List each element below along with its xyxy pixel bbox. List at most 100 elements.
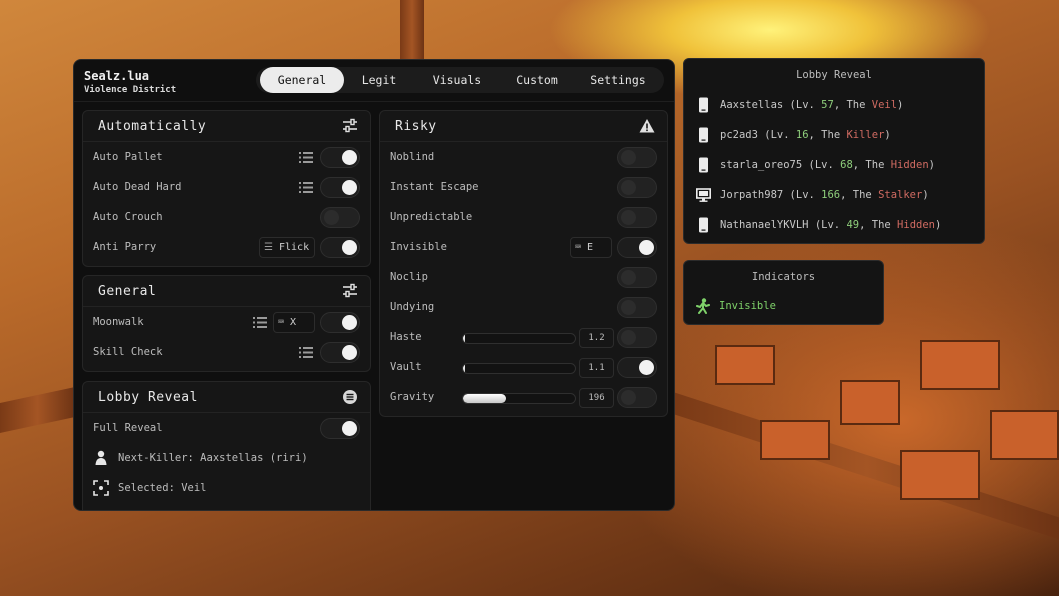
list-icon[interactable] bbox=[299, 152, 313, 163]
mode-value: Flick bbox=[279, 242, 310, 253]
sliders-icon[interactable] bbox=[342, 118, 358, 134]
setting-toggle[interactable] bbox=[617, 387, 657, 408]
anti-parry-toggle[interactable] bbox=[320, 237, 360, 258]
player-role: Veil bbox=[871, 99, 898, 111]
keyboard-icon: ⌨ bbox=[278, 317, 291, 328]
monitor-icon bbox=[696, 188, 711, 202]
setting-toggle[interactable] bbox=[617, 297, 657, 318]
player-role: Hidden bbox=[890, 159, 929, 171]
section-header: Automatically bbox=[83, 111, 370, 142]
player-name: starla_oreo75 bbox=[720, 159, 803, 171]
section-header: General bbox=[83, 276, 370, 307]
indicator-label: Invisible bbox=[719, 300, 776, 312]
player-row: pc2ad3 (Lv. 16, The Killer) bbox=[684, 120, 984, 150]
section-title: Automatically bbox=[98, 119, 207, 134]
setting-label: Vault bbox=[390, 361, 422, 373]
toggle-knob bbox=[621, 210, 636, 225]
toggle-knob bbox=[621, 270, 636, 285]
toggle-knob bbox=[639, 240, 654, 255]
setting-row: Undying bbox=[380, 293, 667, 323]
player-level: 166 bbox=[821, 189, 841, 201]
tab-visuals[interactable]: Visuals bbox=[414, 67, 500, 93]
keybind-value: E bbox=[587, 242, 594, 253]
setting-label: Skill Check bbox=[93, 346, 163, 358]
lobby-reveal-panel: Lobby Reveal Aaxstellas (Lv. 57, The Vei… bbox=[683, 58, 985, 244]
player-level: 57 bbox=[821, 99, 834, 111]
player-name: Jorpath987 bbox=[720, 189, 784, 201]
setting-row-auto-crouch: Auto Crouch bbox=[83, 203, 370, 233]
slider-value[interactable]: 1.1 bbox=[579, 358, 614, 378]
slider-fill bbox=[463, 334, 465, 343]
setting-toggle[interactable] bbox=[617, 267, 657, 288]
setting-row: Invisible ⌨ E bbox=[380, 233, 667, 263]
setting-label: Noclip bbox=[390, 271, 428, 283]
tab-custom[interactable]: Custom bbox=[500, 67, 574, 93]
setting-row-skill-check: Skill Check bbox=[83, 338, 370, 368]
player-entry: NathanaelYKVLH (Lv. 49, The Hidden) bbox=[720, 219, 941, 231]
target-icon bbox=[93, 480, 109, 496]
menu-circle-icon[interactable] bbox=[342, 389, 358, 405]
role-prefix: , The bbox=[833, 99, 872, 111]
tab-settings[interactable]: Settings bbox=[574, 67, 662, 93]
keyboard-icon: ⌨ bbox=[575, 242, 588, 253]
level-prefix: (Lv. bbox=[789, 99, 822, 111]
setting-label: Auto Crouch bbox=[93, 211, 163, 223]
warning-icon[interactable] bbox=[639, 118, 655, 134]
phone-icon bbox=[699, 97, 708, 113]
toggle-knob bbox=[342, 240, 357, 255]
sliders-icon[interactable] bbox=[342, 283, 358, 299]
setting-toggle[interactable] bbox=[617, 327, 657, 348]
slider-value[interactable]: 1.2 bbox=[579, 328, 614, 348]
section-title: Lobby Reveal bbox=[98, 390, 198, 405]
auto-crouch-toggle[interactable] bbox=[320, 207, 360, 228]
setting-toggle[interactable] bbox=[617, 237, 657, 258]
keybind-value: X bbox=[290, 317, 297, 328]
moonwalk-toggle[interactable] bbox=[320, 312, 360, 333]
automatically-section: Automatically Auto Pallet Auto Dead Hard… bbox=[82, 110, 371, 267]
player-row: Aaxstellas (Lv. 57, The Veil) bbox=[684, 90, 984, 120]
toggle-knob bbox=[621, 330, 636, 345]
entry-suffix: ) bbox=[928, 159, 935, 171]
player-level: 68 bbox=[840, 159, 853, 171]
tab-general[interactable]: General bbox=[260, 67, 344, 93]
slider-value[interactable]: 196 bbox=[579, 388, 614, 408]
auto-pallet-toggle[interactable] bbox=[320, 147, 360, 168]
toggle-knob bbox=[621, 300, 636, 315]
setting-label: Gravity bbox=[390, 391, 435, 403]
list-icon[interactable] bbox=[299, 347, 313, 358]
player-level: 16 bbox=[795, 129, 809, 141]
toggle-knob bbox=[639, 360, 654, 375]
player-role: Stalker bbox=[878, 189, 923, 201]
list-icon[interactable] bbox=[253, 317, 267, 328]
keybind-button[interactable]: ⌨ E bbox=[570, 237, 612, 258]
entry-suffix: ) bbox=[897, 99, 904, 111]
setting-label: Auto Dead Hard bbox=[93, 181, 182, 193]
app-title: Sealz.lua bbox=[84, 69, 150, 83]
list-icon[interactable] bbox=[299, 182, 313, 193]
panel-title: Lobby Reveal bbox=[796, 69, 872, 81]
auto-dead-hard-toggle[interactable] bbox=[320, 177, 360, 198]
value-slider[interactable] bbox=[462, 363, 576, 374]
section-header: Risky bbox=[380, 111, 667, 142]
mode-dropdown[interactable]: ☰ Flick bbox=[259, 237, 315, 258]
setting-toggle[interactable] bbox=[617, 177, 657, 198]
player-name: Aaxstellas bbox=[720, 99, 784, 111]
value-slider[interactable] bbox=[462, 333, 576, 344]
setting-row: Haste 1.2 bbox=[380, 323, 667, 353]
setting-toggle[interactable] bbox=[617, 147, 657, 168]
keybind-button[interactable]: ⌨ X bbox=[273, 312, 315, 333]
toggle-knob bbox=[621, 150, 636, 165]
role-prefix: , The bbox=[859, 219, 898, 231]
selected-row: Selected: Veil bbox=[83, 474, 370, 504]
value-slider[interactable] bbox=[462, 393, 576, 404]
section-title: Risky bbox=[395, 119, 437, 134]
skill-check-toggle[interactable] bbox=[320, 342, 360, 363]
tab-legit[interactable]: Legit bbox=[344, 67, 414, 93]
full-reveal-toggle[interactable] bbox=[320, 418, 360, 439]
player-level: 49 bbox=[846, 219, 860, 231]
toggle-knob bbox=[342, 421, 357, 436]
setting-toggle[interactable] bbox=[617, 357, 657, 378]
entry-suffix: ) bbox=[934, 219, 942, 231]
main-window: Sealz.lua Violence District General Legi… bbox=[73, 59, 675, 511]
setting-toggle[interactable] bbox=[617, 207, 657, 228]
